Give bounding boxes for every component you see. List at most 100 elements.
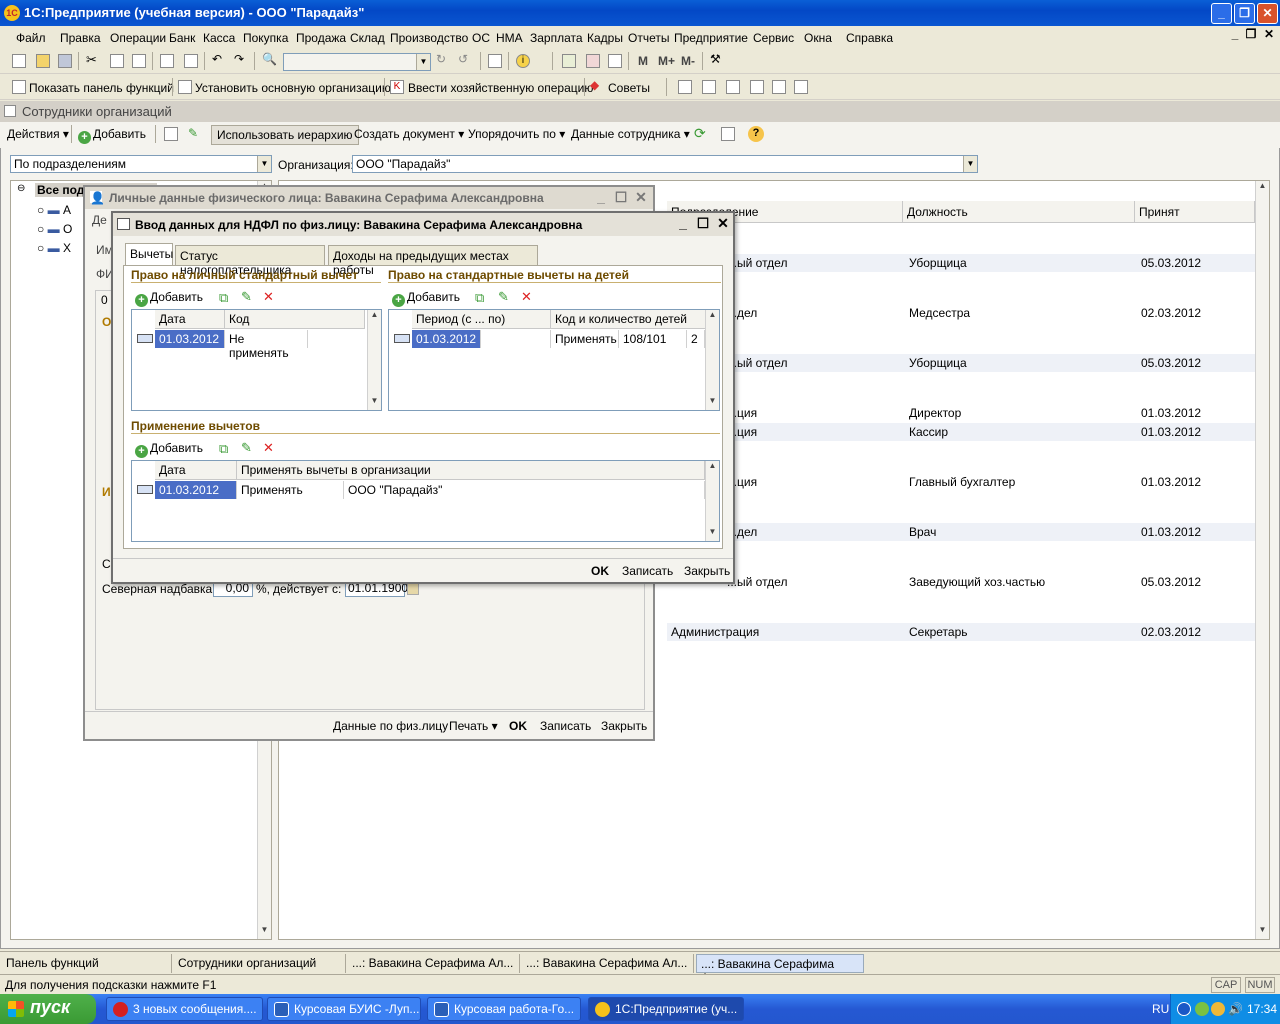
window-tab-person-2[interactable]: ...: Вавакина Серафима Ал... [522,954,694,973]
period-cell[interactable]: 01.03.2012 [412,330,481,348]
window-tab-employees[interactable]: Сотрудники организаций [174,954,346,973]
menu-intangibles[interactable]: НМА [496,31,523,45]
copy-record-icon[interactable] [164,127,178,141]
col-period[interactable]: Период (с ... по) [412,310,551,329]
taskbar-word-1[interactable]: Курсовая БУИС -Луп... [267,997,421,1021]
col-code[interactable]: Код [225,310,365,329]
tab-deductions[interactable]: Вычеты [125,243,173,265]
save-icon[interactable] [58,54,72,68]
table-row[interactable]: ...ый отдел Уборщица 05.03.2012 [667,254,1255,272]
volume-icon[interactable]: 🔊 [1228,1002,1243,1016]
open-folder-icon[interactable] [36,54,50,68]
menu-operations[interactable]: Операции [110,31,166,45]
table-row[interactable]: Администрация Секретарь 02.03.2012 [667,623,1255,641]
search-icon[interactable]: 🔍 [262,52,277,66]
col-position[interactable]: Должность [903,201,1135,223]
table-row[interactable]: ...ый отдел Заведующий хоз.частью 05.03.20… [667,573,1255,591]
close-button[interactable]: Закрыть [684,564,730,578]
menu-fixed-assets[interactable]: ОС [472,31,490,45]
delete-icon[interactable]: ✕ [263,440,274,456]
restore-icon[interactable]: ❐ [1234,3,1255,24]
add-children-deduction-button[interactable]: + Добавить [392,290,460,307]
m-plus-button[interactable]: M+ [658,54,675,68]
menu-salary[interactable]: Зарплата [530,31,583,45]
scrollbar[interactable]: ▲ ▼ [367,310,381,410]
menu-enterprise[interactable]: Предприятие [674,31,748,45]
scrollbar[interactable]: ▲ ▼ [705,310,719,410]
enter-operation-button[interactable]: Ввести хозяйственную операцию [408,81,593,95]
find-prev-icon[interactable]: ↺ [458,52,472,66]
tips-button[interactable]: Советы [608,81,650,95]
close-button[interactable]: Закрыть [601,719,647,733]
menu-help[interactable]: Справка [846,31,893,45]
collapse-icon[interactable]: ⊖ [17,183,25,194]
close-icon[interactable]: ✕ [633,190,649,206]
menu-reports[interactable]: Отчеты [628,31,669,45]
language-indicator[interactable]: RU [1152,1002,1169,1016]
report-icon-6[interactable] [794,80,808,94]
menu-purchase[interactable]: Покупка [243,31,288,45]
menu-edit[interactable]: Правка [60,31,101,45]
minimize-icon[interactable]: _ [675,216,691,232]
tray-chevron-icon[interactable] [1177,1002,1191,1016]
maximize-icon[interactable]: ☐ [695,216,711,232]
employee-data-menu[interactable]: Данные сотрудника ▾ [571,127,690,141]
window-tab-panel[interactable]: Панель функций [2,954,172,973]
menu-warehouse[interactable]: Склад [350,31,385,45]
redo-icon[interactable]: ↷ [234,52,248,66]
children-code-cell[interactable]: 108/101 [619,330,687,348]
table-row[interactable]: ...ция Кассир 01.03.2012 [667,423,1255,441]
table-row[interactable]: ...ый отдел Уборщица 05.03.2012 [667,354,1255,372]
refresh-icon[interactable]: ⟳ [694,125,706,142]
edit-icon[interactable]: ✎ [188,126,198,140]
col-date[interactable]: Дата [155,310,225,329]
sort-by-menu[interactable]: Упорядочить по ▾ [468,127,565,141]
show-panel-button[interactable]: Показать панель функций [29,81,174,95]
maximize-icon[interactable]: ☐ [613,190,629,206]
apply-flag-cell[interactable]: Применять [237,481,344,499]
personal-date-cell[interactable]: 01.03.2012 [155,330,225,348]
edit-icon[interactable]: ✎ [498,289,509,305]
search-combo[interactable]: ▼ [283,53,431,71]
col-code-children[interactable]: Код и количество детей [551,310,706,329]
table-row[interactable]: ...дел Медсестра 02.03.2012 [667,304,1255,322]
menu-cash[interactable]: Касса [203,31,235,45]
report-icon-1[interactable] [678,80,692,94]
info-icon[interactable]: i [516,54,530,68]
find-next-icon[interactable]: ↻ [436,52,450,66]
person-data-button[interactable]: Данные по физ.лицу [333,719,448,733]
cut-icon[interactable]: ✂ [86,52,100,67]
menu-hr[interactable]: Кадры [587,31,623,45]
tab-previous-income[interactable]: Доходы на предыдущих местах работы [328,245,538,277]
copy-record-icon[interactable]: ⧉ [219,290,228,306]
add-apply-button[interactable]: + Добавить [135,441,203,458]
print-icon[interactable] [160,54,174,68]
minimize-icon[interactable]: _ [593,190,609,206]
delete-icon[interactable]: ✕ [521,289,532,305]
taskbar-word-2[interactable]: Курсовая работа-Го... [427,997,581,1021]
m-minus-button[interactable]: M- [681,54,695,68]
taskbar-opera[interactable]: 3 новых сообщения.... [106,997,263,1021]
hierarchy-filter-select[interactable]: По подразделениям ▼ [10,155,272,173]
menu-service[interactable]: Сервис [753,31,794,45]
apply-org-cell[interactable]: ООО "Парадайз" [344,481,705,499]
m-button[interactable]: M [638,54,648,68]
window-tab-ndfl[interactable]: ...: Вавакина Серафима Ал... [696,954,864,985]
tree-item[interactable]: ○ ▬ О [37,222,72,236]
copy-icon[interactable] [110,54,124,68]
menu-production[interactable]: Производство [390,31,468,45]
edit-icon[interactable]: ✎ [241,289,252,305]
create-document-menu[interactable]: Создать документ ▾ [354,127,464,141]
report-icon-5[interactable] [772,80,786,94]
tree-item[interactable]: ○ ▬ Х [37,241,71,255]
org-select[interactable]: ООО "Парадайз" ▼ [352,155,978,173]
tools-icon[interactable]: ⚒ [710,52,724,66]
calendar-icon[interactable] [586,54,600,68]
undo-icon[interactable]: ↶ [212,52,226,66]
paste-icon[interactable] [132,54,146,68]
save-button[interactable]: Записать [540,719,591,733]
report-icon-3[interactable] [726,80,740,94]
scrollbar[interactable]: ▲ ▼ [705,461,719,541]
copy-record-icon[interactable]: ⧉ [475,290,484,306]
add-personal-deduction-button[interactable]: + Добавить [135,290,203,307]
